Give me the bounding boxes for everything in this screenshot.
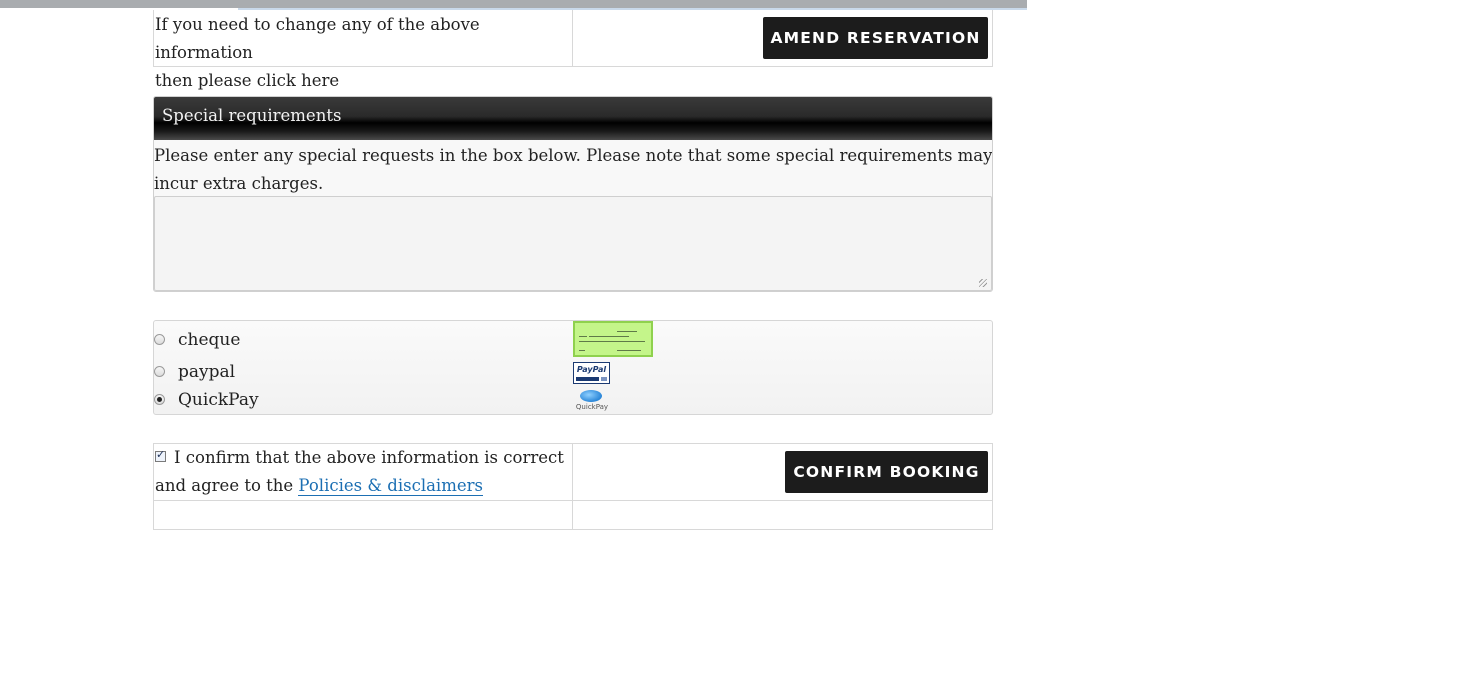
quickpay-label[interactable]: QuickPay (178, 388, 259, 412)
paypal-icon: PayPal (573, 362, 610, 384)
confirm-terms-text: I confirm that the above information is … (155, 444, 565, 500)
amend-info-text: If you need to change any of the above i… (155, 11, 570, 95)
quickpay-logo-text: QuickPay (575, 403, 609, 411)
paypal-logo-text: PayPal (576, 365, 607, 374)
amend-reservation-button[interactable]: AMEND RESERVATION (763, 17, 988, 59)
paypal-label[interactable]: paypal (178, 360, 235, 384)
quickpay-icon: QuickPay (573, 389, 611, 413)
policies-disclaimers-link[interactable]: Policies & disclaimers (298, 476, 483, 496)
payment-option-paypal[interactable]: paypal (154, 360, 554, 384)
special-requirements-title: Special requirements (162, 106, 342, 125)
amend-info-cell: If you need to change any of the above i… (154, 10, 573, 90)
cheque-radio[interactable] (154, 334, 165, 345)
quickpay-radio[interactable] (154, 394, 165, 405)
amend-info-line-1: If you need to change any of the above i… (155, 15, 480, 62)
confirm-row-divider (154, 500, 992, 501)
amend-info-line-2: then please click here (155, 71, 340, 90)
special-requests-textarea[interactable] (154, 196, 992, 291)
special-requirements-header: Special requirements (154, 97, 992, 140)
cheque-label[interactable]: cheque (178, 328, 240, 352)
payment-option-quickpay[interactable]: QuickPay (154, 388, 554, 412)
confirm-cell-divider (572, 444, 573, 529)
textarea-resize-handle[interactable] (979, 279, 987, 287)
special-requirements-description: Please enter any special requests in the… (154, 146, 993, 193)
cheque-icon (573, 321, 653, 357)
paypal-radio[interactable] (154, 366, 165, 377)
payment-method-panel: cheque paypal QuickPay PayPal QuickPay (153, 320, 993, 415)
special-requirements-panel: Special requirements Please enter any sp… (153, 96, 993, 292)
payment-option-cheque[interactable]: cheque (154, 328, 554, 352)
confirm-booking-button[interactable]: CONFIRM BOOKING (785, 451, 988, 493)
browser-top-bar (0, 0, 1027, 8)
